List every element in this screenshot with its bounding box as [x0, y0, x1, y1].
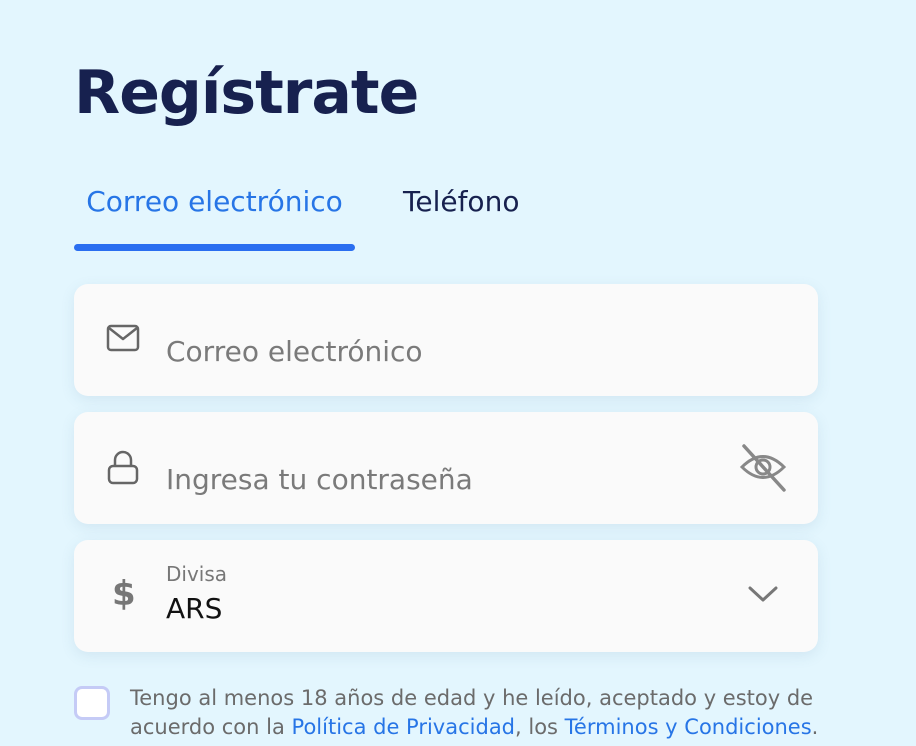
lock-icon	[106, 450, 140, 490]
active-tab-indicator	[74, 244, 355, 251]
consent-text-after: .	[811, 715, 819, 739]
dollar-icon: $	[112, 574, 136, 614]
signup-method-tabs: Correo electrónico Teléfono	[74, 180, 818, 254]
email-placeholder: Correo electrónico	[166, 335, 423, 368]
privacy-policy-link[interactable]: Política de Privacidad	[292, 715, 515, 739]
password-field[interactable]: Ingresa tu contraseña	[74, 412, 818, 524]
registration-page: Regístrate Correo electrónico Teléfono C…	[0, 0, 916, 746]
password-placeholder: Ingresa tu contraseña	[166, 463, 473, 496]
tab-email[interactable]: Correo electrónico	[74, 180, 355, 254]
eye-off-icon[interactable]	[738, 442, 788, 496]
currency-label: Divisa	[166, 562, 228, 586]
page-title: Regístrate	[74, 58, 419, 128]
consent-text: Tengo al menos 18 años de edad y he leíd…	[130, 684, 830, 742]
terms-link[interactable]: Términos y Condiciones	[565, 715, 812, 739]
tab-phone[interactable]: Teléfono	[403, 180, 519, 254]
currency-select[interactable]: $ Divisa ARS	[74, 540, 818, 652]
chevron-down-icon[interactable]	[748, 584, 778, 608]
terms-checkbox[interactable]	[74, 686, 110, 720]
email-field[interactable]: Correo electrónico	[74, 284, 818, 396]
mail-icon	[106, 324, 140, 356]
currency-value: ARS	[166, 592, 223, 625]
consent-text-between: , los	[515, 715, 565, 739]
